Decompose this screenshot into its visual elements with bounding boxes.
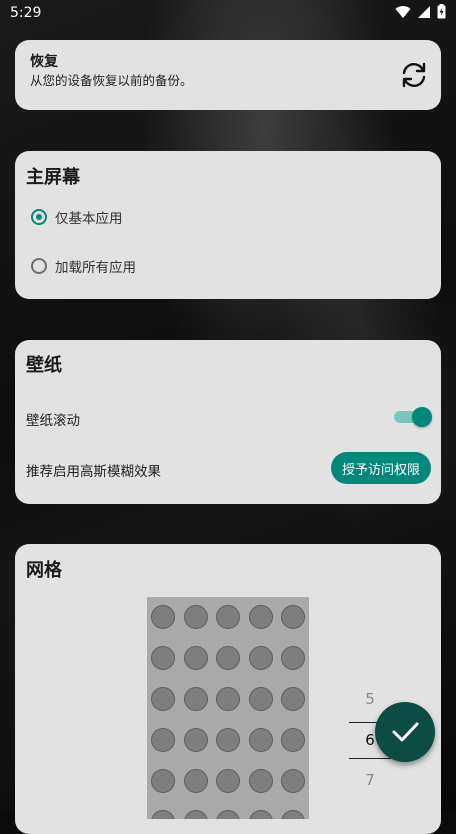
restore-subtitle: 从您的设备恢复以前的备份。 [30,73,193,88]
status-time: 5:29 [10,5,42,21]
grid-preview-app-icon [183,605,208,629]
grid-preview-app-icon [216,728,241,752]
grid-preview-app-icon [216,646,241,670]
radio-all-apps[interactable]: 加载所有应用 [31,256,136,276]
wallpaper-scroll-toggle[interactable] [394,407,432,427]
grid-preview-app-icon [151,687,175,711]
radio-basic-apps[interactable]: 仅基本应用 [31,207,123,227]
grid-preview-app-icon [183,728,208,752]
grid-picker-value-next[interactable]: 7 [355,771,385,789]
grid-preview-app-icon [183,810,208,819]
home-screen-title: 主屏幕 [26,167,80,188]
grid-preview-app-icon [216,769,241,793]
grid-preview [147,597,309,819]
grid-preview-app-icon [151,728,175,752]
grid-preview-app-icon [151,646,175,670]
grant-access-button[interactable]: 授予访问权限 [331,452,431,484]
grid-preview-app-icon [151,605,175,629]
grid-preview-app-icon [183,646,208,670]
grid-preview-app-icon [248,646,273,670]
grid-preview-app-icon [281,687,306,711]
grid-preview-app-icon [216,810,241,819]
grid-preview-app-icon [183,687,208,711]
grid-preview-app-icon [281,769,306,793]
grid-picker-value-prev[interactable]: 5 [355,690,385,708]
grid-preview-app-icon [281,810,306,819]
grid-preview-app-icon [281,646,306,670]
wallpaper-title: 壁纸 [26,355,62,376]
wifi-icon [395,5,411,18]
grid-card: 网格 5 6 7 [15,544,441,834]
restore-title: 恢复 [30,54,58,70]
signal-icon [418,5,430,18]
grid-preview-app-icon [248,728,273,752]
grid-preview-app-icon [183,769,208,793]
checkmark-icon [392,722,419,742]
grid-preview-app-icon [151,810,175,819]
grid-preview-app-icon [248,687,273,711]
grid-preview-app-icon [151,769,175,793]
radio-label-basic-apps: 仅基本应用 [55,211,123,227]
grid-preview-app-icon [281,605,306,629]
toggle-thumb [412,407,432,427]
radio-button-selected[interactable] [31,209,47,225]
grid-preview-app-icon [216,687,241,711]
radio-button-unselected[interactable] [31,258,47,274]
blur-recommendation-label: 推荐启用高斯模糊效果 [26,464,161,480]
status-bar: 5:29 [0,0,456,26]
grid-preview-app-icon [248,810,273,819]
battery-icon [437,4,446,19]
grid-preview-app-icon [248,605,273,629]
grid-preview-app-icon [281,728,306,752]
grid-preview-app-icon [216,605,241,629]
status-icons [395,4,446,19]
home-screen-card: 主屏幕 仅基本应用 加载所有应用 [15,151,441,299]
radio-label-all-apps: 加载所有应用 [55,260,136,276]
sync-icon[interactable] [397,58,431,92]
wallpaper-scroll-label: 壁纸滚动 [26,413,80,429]
confirm-fab[interactable] [375,702,435,762]
picker-divider-bottom [349,758,391,759]
restore-card[interactable]: 恢复 从您的设备恢复以前的备份。 [15,40,441,110]
grid-title: 网格 [26,560,62,581]
grid-preview-app-icon [248,769,273,793]
wallpaper-card: 壁纸 壁纸滚动 推荐启用高斯模糊效果 授予访问权限 [15,340,441,504]
